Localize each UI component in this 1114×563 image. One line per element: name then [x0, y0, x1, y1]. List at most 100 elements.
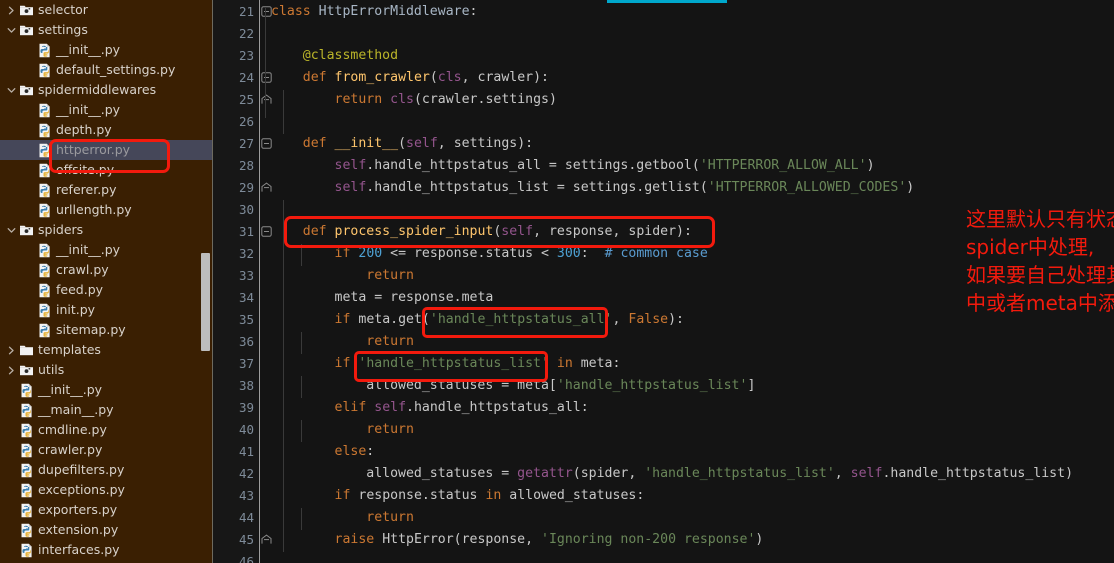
- chevron-right-icon[interactable]: [6, 365, 17, 376]
- sidebar-item-feed-py[interactable]: feed.py: [0, 280, 213, 300]
- python-file-icon: [19, 483, 34, 498]
- code-fold-toggle[interactable]: [261, 133, 273, 155]
- sidebar-item-cmdline-py[interactable]: cmdline.py: [0, 420, 213, 440]
- code-line[interactable]: if 200 <= response.status < 300: # commo…: [271, 243, 708, 265]
- gutter-divider: [259, 0, 260, 563]
- code-line[interactable]: def __init__(self, settings):: [271, 133, 533, 155]
- sidebar-item-label: templates: [38, 342, 101, 357]
- code-fold-toggle[interactable]: [261, 177, 273, 199]
- python-file-icon: [19, 383, 34, 398]
- code-line[interactable]: return: [271, 265, 414, 287]
- line-number: 38: [238, 378, 254, 393]
- code-line[interactable]: def from_crawler(cls, crawler):: [271, 67, 549, 89]
- sidebar-item-init-py[interactable]: init.py: [0, 300, 213, 320]
- code-line[interactable]: else:: [271, 441, 375, 463]
- code-fold-toggle[interactable]: [261, 1, 273, 23]
- folder-icon: [19, 343, 34, 358]
- project-sidebar[interactable]: selector settings __init__.py default_setti…: [0, 0, 213, 563]
- sidebar-item-dupefilters-py[interactable]: dupefilters.py: [0, 460, 213, 480]
- sidebar-item-depth-py[interactable]: depth.py: [0, 120, 213, 140]
- sidebar-item-label: settings: [38, 22, 88, 37]
- sidebar-item-exceptions-py[interactable]: exceptions.py: [0, 480, 213, 500]
- active-tab-underline: [607, 0, 727, 3]
- code-line[interactable]: if 'handle_httpstatus_list' in meta:: [271, 353, 621, 375]
- code-line[interactable]: meta = response.meta: [271, 287, 494, 309]
- line-number: 37: [238, 356, 254, 371]
- python-file-icon: [37, 103, 52, 118]
- code-line[interactable]: if meta.get('handle_httpstatus_all', Fal…: [271, 309, 684, 331]
- sidebar-item-default-settings-py[interactable]: default_settings.py: [0, 60, 213, 80]
- sidebar-item-crawler-py[interactable]: crawler.py: [0, 440, 213, 460]
- chevron-down-icon[interactable]: [6, 225, 17, 236]
- editor-pane[interactable]: 21 22 23 24 25 26 27 28 29 30 31 32 33 34 35 36 37 38 39 40…: [213, 0, 1114, 563]
- chevron-down-icon[interactable]: [6, 85, 17, 96]
- indent-guide: [283, 90, 284, 134]
- sidebar-item-referer-py[interactable]: referer.py: [0, 180, 213, 200]
- sidebar-item-offsite-py[interactable]: offsite.py: [0, 160, 213, 180]
- code-fold-toggle[interactable]: [261, 529, 273, 551]
- sidebar-item-spidermiddlewares[interactable]: spidermiddlewares: [0, 80, 213, 100]
- code-line[interactable]: allowed_statuses = meta['handle_httpstat…: [271, 375, 755, 397]
- code-fold-toggle[interactable]: [261, 221, 273, 243]
- code-line[interactable]: allowed_statuses = getattr(spider, 'hand…: [271, 463, 1073, 485]
- project-file-tree[interactable]: selector settings __init__.py default_setti…: [0, 0, 213, 560]
- code-line[interactable]: def process_spider_input(self, response,…: [271, 221, 692, 243]
- line-number: 46: [238, 554, 254, 563]
- sidebar-item-spiders[interactable]: spiders: [0, 220, 213, 240]
- sidebar-item-crawl-py[interactable]: crawl.py: [0, 260, 213, 280]
- sidebar-item-label: crawler.py: [38, 442, 103, 457]
- code-line[interactable]: return cls(crawler.settings): [271, 89, 557, 111]
- python-file-icon: [19, 443, 34, 458]
- python-file-icon: [37, 163, 52, 178]
- line-number-gutter[interactable]: 21 22 23 24 25 26 27 28 29 30 31 32 33 34 35 36 37 38 39 40…: [213, 0, 258, 563]
- code-line[interactable]: return: [271, 331, 414, 353]
- code-line[interactable]: self.handle_httpstatus_list = settings.g…: [271, 177, 915, 199]
- sidebar-item-label: init.py: [56, 302, 96, 317]
- sidebar-item-init-py[interactable]: __init__.py: [0, 380, 213, 400]
- sidebar-item-init-py[interactable]: __init__.py: [0, 240, 213, 260]
- sidebar-item-settings[interactable]: settings: [0, 20, 213, 40]
- sidebar-item-extension-py[interactable]: extension.py: [0, 520, 213, 540]
- code-line[interactable]: @classmethod: [271, 45, 398, 67]
- sidebar-scrollbar-thumb[interactable]: [201, 253, 210, 351]
- sidebar-item-label: dupefilters.py: [38, 462, 125, 477]
- sidebar-item-label: spiders: [38, 222, 84, 237]
- code-line[interactable]: raise HttpError(response, 'Ignoring non-…: [271, 529, 764, 551]
- code-line[interactable]: return: [271, 507, 414, 529]
- code-line[interactable]: if response.status in allowed_statuses:: [271, 485, 645, 507]
- sidebar-item-sitemap-py[interactable]: sitemap.py: [0, 320, 213, 340]
- code-fold-toggle[interactable]: [261, 67, 273, 89]
- code-line[interactable]: self.handle_httpstatus_all = settings.ge…: [271, 155, 875, 177]
- indent-guide: [301, 332, 302, 354]
- python-file-icon: [37, 303, 52, 318]
- sidebar-item-selector[interactable]: selector: [0, 0, 213, 20]
- sidebar-item-utils[interactable]: utils: [0, 360, 213, 380]
- sidebar-item-init-py[interactable]: __init__.py: [0, 40, 213, 60]
- chevron-right-icon[interactable]: [6, 345, 17, 356]
- chevron-right-icon[interactable]: [6, 5, 17, 16]
- folder-icon: [19, 363, 34, 378]
- python-file-icon: [37, 63, 52, 78]
- sidebar-item-exporters-py[interactable]: exporters.py: [0, 500, 213, 520]
- sidebar-item-templates[interactable]: templates: [0, 340, 213, 360]
- line-number: 29: [238, 180, 254, 195]
- sidebar-item-httperror-py[interactable]: httperror.py: [0, 140, 213, 160]
- code-line[interactable]: elif self.handle_httpstatus_all:: [271, 397, 589, 419]
- line-number: 35: [238, 312, 254, 327]
- code-fold-toggle[interactable]: [261, 89, 273, 111]
- code-line[interactable]: class HttpErrorMiddleware:: [271, 1, 477, 23]
- sidebar-item-interfaces-py[interactable]: interfaces.py: [0, 540, 213, 560]
- code-line[interactable]: return: [271, 419, 414, 441]
- sidebar-item-urllength-py[interactable]: urllength.py: [0, 200, 213, 220]
- indent-guide: [301, 244, 302, 266]
- sidebar-item-init-py[interactable]: __init__.py: [0, 100, 213, 120]
- chevron-down-icon[interactable]: [6, 25, 17, 36]
- sidebar-item-main-py[interactable]: __main__.py: [0, 400, 213, 420]
- python-file-icon: [37, 283, 52, 298]
